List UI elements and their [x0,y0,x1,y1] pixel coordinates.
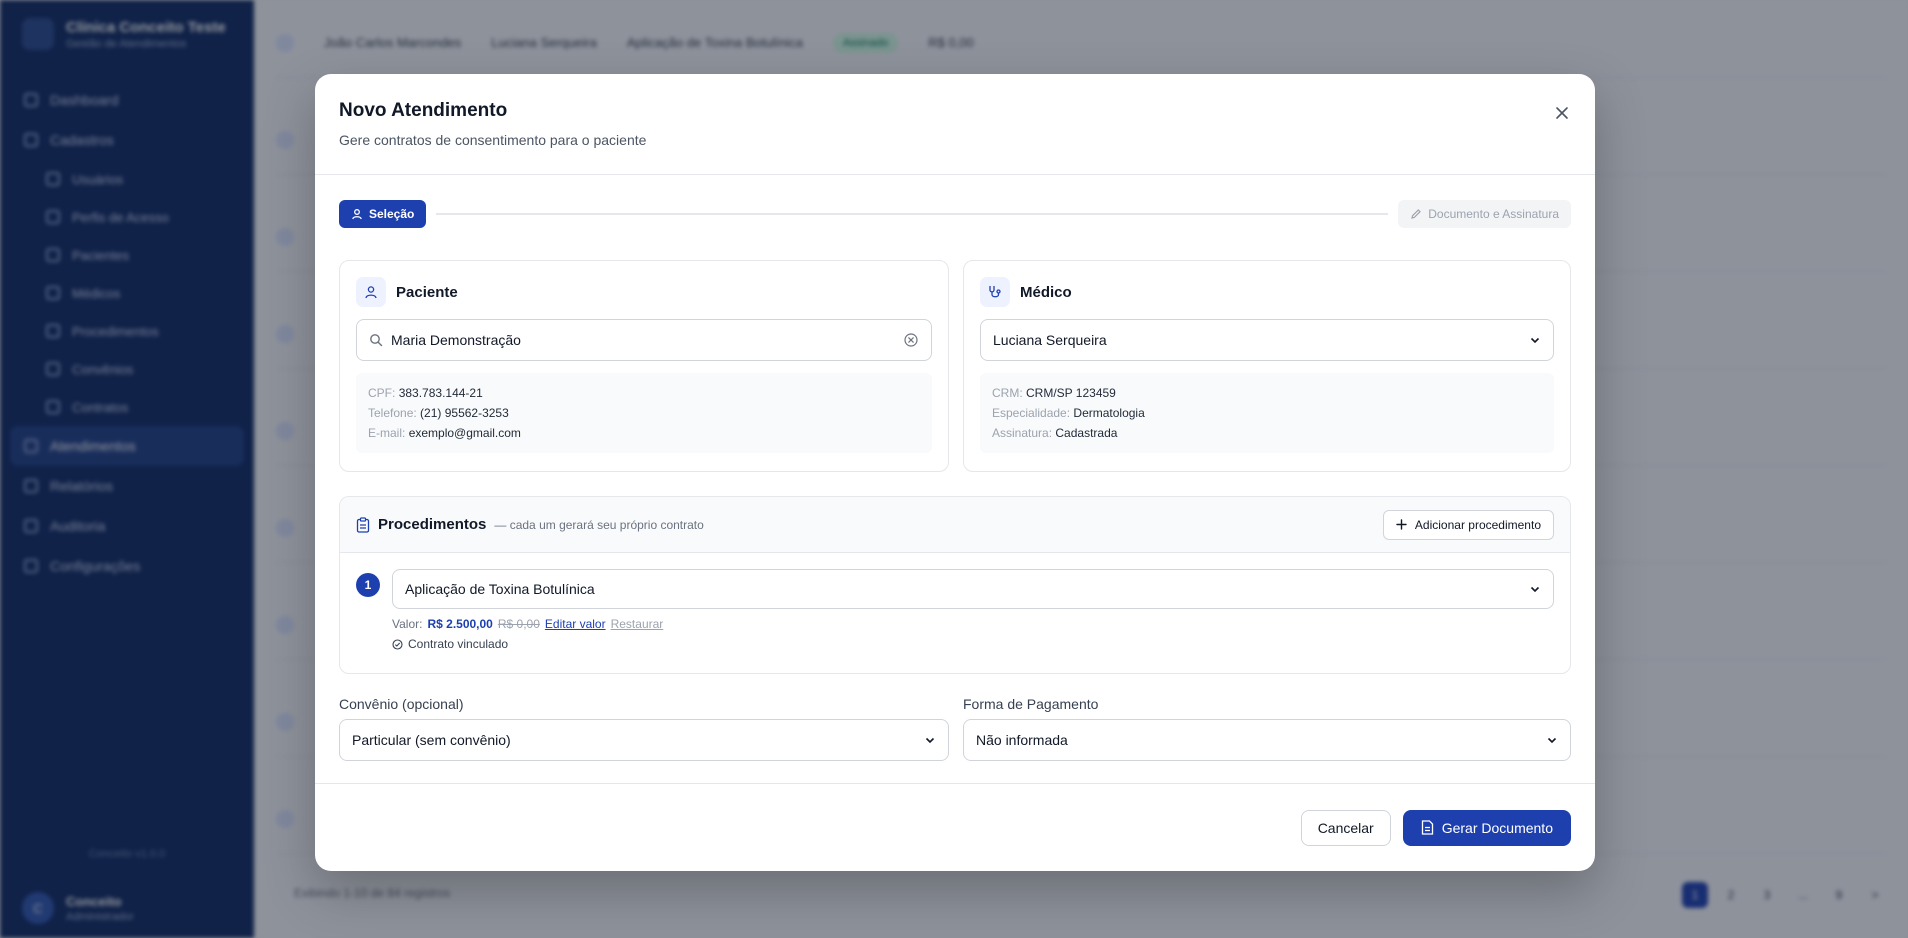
cpf-label: CPF: [368,386,396,400]
payment-select-value: Não informada [976,732,1068,748]
patient-card: Paciente CPF: 383.783.144-21 Telefone: (… [339,260,949,472]
plus-icon [1396,519,1407,530]
procedure-select[interactable]: Aplicação de Toxina Botulínica [392,569,1554,609]
patient-phone: (21) 95562-3253 [420,406,509,420]
procedures-header: Procedimentos — cada um gerará seu própr… [340,497,1570,553]
stepper: Seleção Documento e Assinatura [339,200,1571,228]
specialty-label: Especialidade: [992,406,1071,420]
signature-label: Assinatura: [992,426,1053,440]
add-procedure-label: Adicionar procedimento [1414,517,1541,532]
value-label: Valor: [392,617,423,631]
procedure-value: R$ 2.500,00 [427,617,493,631]
procedures-section: Procedimentos — cada um gerará seu própr… [339,496,1571,674]
doctor-card: Médico Luciana Serqueira CRM: CRM/SP 123… [963,260,1571,472]
payment-label: Forma de Pagamento [963,696,1099,712]
user-icon [352,209,362,220]
procedures-title: Procedimentos [378,516,487,533]
procedure-value-line: Valor: R$ 2.500,00 R$ 0,00 Editar valor … [392,617,1554,631]
patient-email: exemplo@gmail.com [408,426,521,440]
procedure-select-value: Aplicação de Toxina Botulínica [405,581,595,597]
chevron-down-icon [1530,337,1540,344]
doctor-card-title: Médico [1020,283,1072,301]
modal-header: Novo Atendimento Gere contratos de conse… [315,74,1595,175]
doctor-specialty: Dermatologia [1073,406,1145,420]
payment-field: Forma de Pagamento Não informada [963,696,1571,761]
edit-value-link[interactable]: Editar valor [545,617,606,631]
modal-footer: Cancelar Gerar Documento [315,783,1595,871]
patient-search-input[interactable] [391,332,895,348]
procedure-number-badge: 1 [356,573,380,597]
crm-label: CRM: [992,386,1023,400]
search-icon [370,334,383,347]
doctor-select[interactable]: Luciana Serqueira [980,319,1554,361]
clipboard-icon [356,516,370,533]
email-label: E-mail: [368,426,406,440]
insurance-select[interactable]: Particular (sem convênio) [339,719,949,761]
chevron-down-icon [1530,586,1540,593]
patient-icon [356,277,386,307]
doctor-select-value: Luciana Serqueira [993,332,1107,348]
insurance-label: Convênio (opcional) [339,696,464,712]
doctor-crm: CRM/SP 123459 [1026,386,1116,400]
insurance-field: Convênio (opcional) Particular (sem conv… [339,696,949,761]
generate-document-label: Gerar Documento [1441,819,1553,836]
close-button[interactable] [1551,102,1573,124]
check-circle-icon [392,638,403,650]
new-appointment-modal: Novo Atendimento Gere contratos de conse… [315,74,1595,871]
procedures-note: — cada um gerará seu próprio contrato [494,517,704,532]
stethoscope-icon [980,277,1010,307]
procedure-old-value: R$ 0,00 [497,617,540,631]
patient-cpf: 383.783.144-21 [398,386,483,400]
step-selection[interactable]: Seleção [339,200,427,228]
step-selection-label: Seleção [369,207,415,221]
chevron-down-icon [1547,737,1557,744]
procedure-item: 1 Aplicação de Toxina Botulínica Valor: … [340,553,1570,667]
modal-subtitle: Gere contratos de consentimento para o p… [339,132,647,148]
doctor-info: CRM: CRM/SP 123459 Especialidade: Dermat… [980,373,1554,453]
modal-title: Novo Atendimento [339,100,508,121]
pencil-icon [1411,209,1422,219]
restore-value-link[interactable]: Restaurar [611,617,664,631]
patient-card-title: Paciente [396,283,458,301]
step-connector [436,213,1389,215]
doctor-signature: Cadastrada [1055,426,1118,440]
payment-select[interactable]: Não informada [963,719,1571,761]
close-icon [1556,107,1568,119]
patient-search-field[interactable] [356,319,932,361]
contract-status: Contrato vinculado [392,637,1554,651]
document-icon [1421,820,1433,835]
phone-label: Telefone: [368,406,417,420]
clear-search-icon[interactable] [903,332,919,348]
add-procedure-button[interactable]: Adicionar procedimento [1382,509,1554,540]
step-document-label: Documento e Assinatura [1428,207,1559,221]
insurance-select-value: Particular (sem convênio) [352,732,511,748]
contract-status-label: Contrato vinculado [408,637,509,651]
cancel-button[interactable]: Cancelar [1300,809,1391,846]
chevron-down-icon [925,737,935,744]
generate-document-button[interactable]: Gerar Documento [1402,809,1571,846]
patient-info: CPF: 383.783.144-21 Telefone: (21) 95562… [356,373,932,453]
step-document-signature: Documento e Assinatura [1398,200,1571,228]
